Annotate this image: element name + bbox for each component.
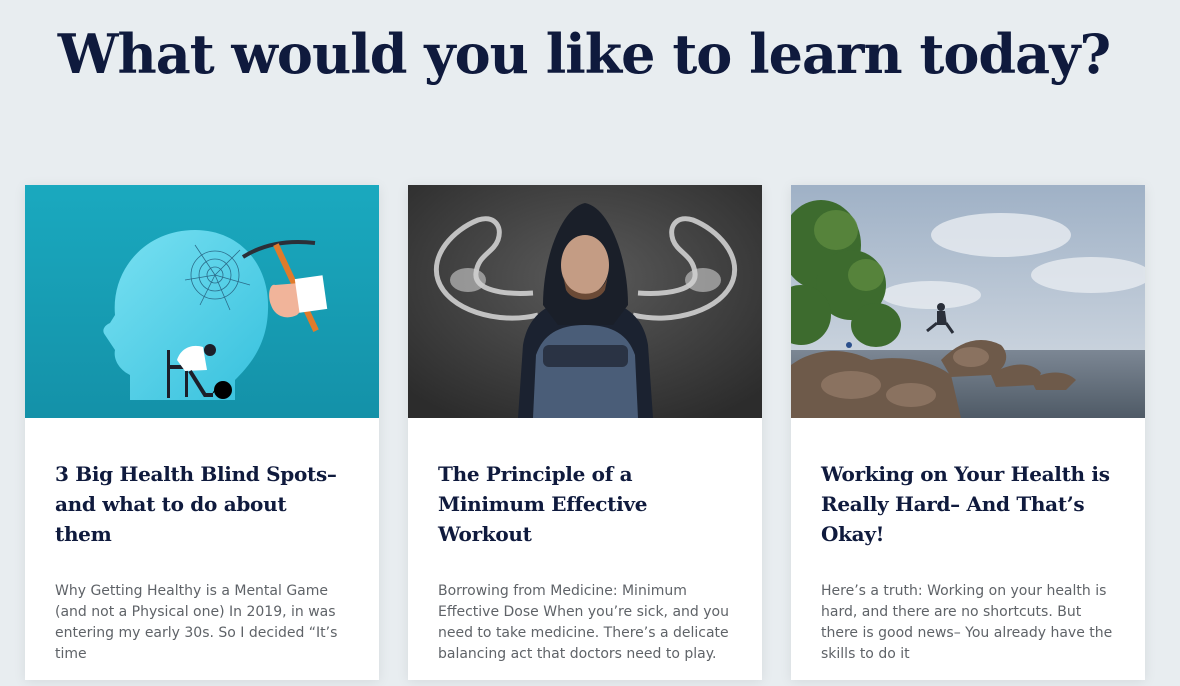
article-card[interactable]: Working on Your Health is Really Hard– A…: [791, 185, 1145, 680]
card-body: The Principle of a Minimum Effective Wor…: [408, 418, 762, 665]
card-title[interactable]: Working on Your Health is Really Hard– A…: [821, 459, 1115, 549]
head-with-pickaxe-illustration[interactable]: [25, 185, 379, 418]
page-title: What would you like to learn today?: [57, 22, 1111, 86]
card-title[interactable]: The Principle of a Minimum Effective Wor…: [438, 459, 732, 549]
card-excerpt: Why Getting Healthy is a Mental Game (an…: [55, 583, 338, 662]
article-card[interactable]: The Principle of a Minimum Effective Wor…: [408, 185, 762, 680]
card-excerpt: Here’s a truth: Working on your health i…: [821, 583, 1113, 662]
hooded-man-chalk-muscles-photo[interactable]: [408, 185, 762, 418]
card-body: Working on Your Health is Really Hard– A…: [791, 418, 1145, 665]
article-card[interactable]: 3 Big Health Blind Spots– and what to do…: [25, 185, 379, 680]
rocky-shore-jumping-photo[interactable]: [791, 185, 1145, 418]
card-title[interactable]: 3 Big Health Blind Spots– and what to do…: [55, 459, 349, 549]
card-excerpt: Borrowing from Medicine: Minimum Effecti…: [438, 583, 729, 662]
card-body: 3 Big Health Blind Spots– and what to do…: [25, 418, 379, 665]
